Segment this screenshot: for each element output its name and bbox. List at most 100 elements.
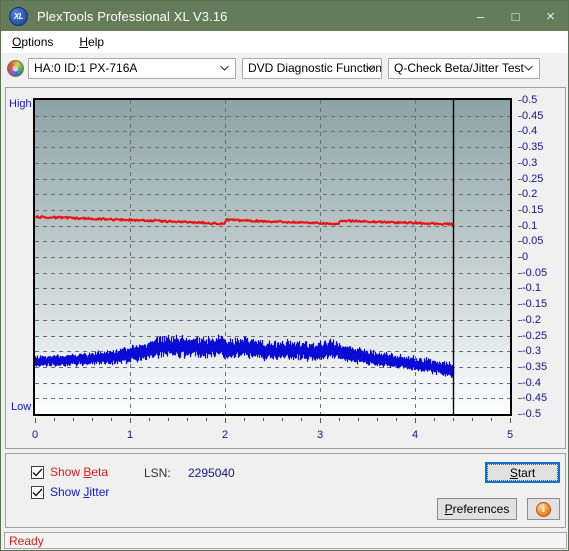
y-axis-tick-mark — [518, 288, 522, 290]
y-axis-tick-label: -0.3 — [522, 345, 541, 358]
show-jitter-checkbox[interactable] — [31, 485, 44, 499]
check-icon — [32, 468, 43, 476]
test-select[interactable]: Q-Check Beta/Jitter Test — [388, 57, 540, 79]
y-axis-tick-mark — [518, 225, 522, 227]
x-axis-minor-tick — [206, 418, 207, 421]
preferences-button-label: references — [452, 502, 510, 516]
menu-item-help[interactable]: Help — [76, 34, 107, 50]
y-axis-tick-label: 0.5 — [522, 94, 538, 106]
y-axis-tick-mark — [518, 147, 522, 149]
axis-label-low: Low — [11, 401, 32, 413]
x-axis: 0 1 2 3 4 5 — [31, 418, 513, 444]
x-axis-tick-label: 4 — [411, 429, 419, 441]
y-axis-tick-mark — [518, 115, 522, 117]
chevron-down-icon — [220, 65, 229, 71]
function-select[interactable]: DVD Diagnostic Functions — [242, 57, 382, 79]
window-controls: – □ × — [463, 1, 568, 31]
drive-select[interactable]: HA:0 ID:1 PX-716A — [28, 57, 236, 79]
y-axis-tick-label: -0.2 — [522, 313, 541, 326]
status-bar: Ready — [4, 532, 567, 549]
show-jitter-label: Show Jitter — [50, 485, 110, 499]
y-axis-tick-label: 0.35 — [522, 141, 544, 154]
show-beta-checkbox-row[interactable]: Show Beta — [31, 465, 108, 479]
plot-canvas — [35, 100, 510, 414]
y-axis-tick-mark — [518, 209, 522, 211]
x-axis-tick-label: 3 — [316, 429, 324, 441]
x-axis-tick-mark — [225, 418, 226, 423]
check-icon — [32, 488, 43, 496]
y-axis-tick-label: -0.1 — [522, 282, 541, 295]
y-axis-tick-label: -0.25 — [522, 329, 548, 342]
y-axis-tick-mark — [518, 351, 522, 353]
y-axis-tick-label: -0.05 — [522, 266, 548, 279]
x-axis-minor-tick — [282, 418, 283, 421]
y-axis-tick-mark — [518, 178, 522, 180]
menu-item-options[interactable]: Options — [9, 34, 56, 50]
plextools-window: XL PlexTools Professional XL V3.16 – □ ×… — [0, 0, 569, 551]
x-axis-minor-tick — [187, 418, 188, 421]
y-axis-tick-mark — [518, 366, 522, 368]
x-axis-minor-tick — [92, 418, 93, 421]
x-axis-tick-mark — [415, 418, 416, 423]
y-axis-tick-mark — [518, 241, 522, 243]
show-beta-checkbox[interactable] — [31, 465, 44, 479]
y-axis-tick-mark — [518, 304, 522, 306]
y-axis-tick-label: 0.05 — [522, 235, 544, 248]
y-axis-tick-label: -0.15 — [522, 298, 548, 311]
maximize-button[interactable]: □ — [498, 1, 533, 31]
chevron-down-icon — [524, 65, 533, 71]
y-axis-tick-mark — [518, 382, 522, 384]
title-bar: XL PlexTools Professional XL V3.16 – □ × — [1, 1, 568, 31]
x-axis-minor-tick — [301, 418, 302, 421]
test-select-value: Q-Check Beta/Jitter Test — [394, 61, 524, 75]
y-axis-tick-label: 0.3 — [522, 156, 538, 169]
x-axis-tick-label: 0 — [31, 429, 39, 441]
y-axis-tick-label: -0.35 — [522, 360, 548, 373]
x-axis-tick-mark — [320, 418, 321, 423]
chevron-down-icon — [366, 65, 375, 71]
x-axis-minor-tick — [358, 418, 359, 421]
axis-label-high: High — [9, 98, 32, 110]
optical-disc-icon — [7, 59, 24, 77]
x-axis-minor-tick — [54, 418, 55, 421]
close-button[interactable]: × — [533, 1, 568, 31]
x-axis-minor-tick — [244, 418, 245, 421]
info-button[interactable]: i — [527, 498, 560, 520]
status-text: Ready — [9, 533, 44, 548]
y-axis: 0.5 0.45 0.4 0.35 0.3 0.25 0.2 0.15 0.1 0.05 0 -0.0… — [518, 93, 563, 423]
x-axis-minor-tick — [149, 418, 150, 421]
y-axis-tick-label: 0 — [522, 251, 529, 263]
y-axis-tick-mark — [518, 335, 522, 337]
y-axis-tick-mark — [518, 100, 522, 101]
preferences-button[interactable]: Preferences — [437, 498, 517, 520]
y-axis-tick-label: 0.4 — [522, 125, 538, 138]
x-axis-minor-tick — [263, 418, 264, 421]
x-axis-tick-label: 2 — [221, 429, 229, 441]
minimize-button[interactable]: – — [463, 1, 498, 31]
y-axis-tick-label: 0.15 — [522, 203, 544, 216]
menu-options-label: ptions — [21, 34, 54, 49]
y-axis-tick-mark — [518, 398, 522, 400]
x-axis-minor-tick — [491, 418, 492, 421]
y-axis-tick-mark — [518, 194, 522, 196]
window-title: PlexTools Professional XL V3.16 — [37, 8, 228, 24]
xl-logo-icon: XL — [9, 6, 28, 26]
y-axis-tick-label: -0.4 — [522, 376, 541, 389]
lsn-value: 2295040 — [188, 466, 235, 480]
y-axis-tick-mark — [518, 414, 522, 415]
show-jitter-checkbox-row[interactable]: Show Jitter — [31, 485, 109, 499]
x-axis-minor-tick — [73, 418, 74, 421]
y-axis-tick-label: -0.5 — [522, 408, 541, 420]
menu-bar: Options Help — [1, 31, 568, 53]
y-axis-tick-mark — [518, 319, 522, 321]
x-axis-tick-mark — [35, 418, 36, 423]
y-axis-tick-mark — [518, 131, 522, 133]
start-button[interactable]: Start — [485, 462, 560, 483]
x-axis-minor-tick — [377, 418, 378, 421]
start-button-inner: Start — [487, 464, 558, 481]
drive-select-value: HA:0 ID:1 PX-716A — [34, 61, 138, 75]
plot-area[interactable] — [33, 98, 512, 416]
x-axis-minor-tick — [472, 418, 473, 421]
x-axis-tick-mark — [130, 418, 131, 423]
x-axis-minor-tick — [339, 418, 340, 421]
